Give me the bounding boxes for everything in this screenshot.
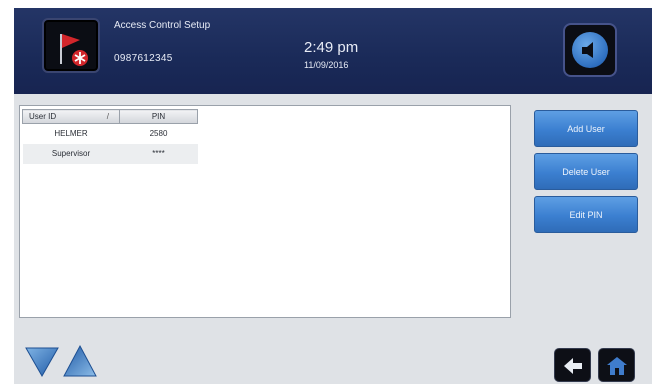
back-button[interactable]	[554, 348, 591, 382]
home-button[interactable]	[598, 348, 635, 382]
arrow-up-icon[interactable]	[62, 344, 98, 378]
home-icon	[607, 357, 627, 375]
column-header-pin[interactable]: PIN	[119, 109, 198, 124]
pin-cell: 2580	[119, 123, 198, 144]
screen-title: Access Control Setup	[114, 20, 211, 31]
alarm-flag-icon	[52, 26, 92, 68]
clock-date: 11/09/2016	[304, 60, 349, 70]
table-row[interactable]: Supervisor ****	[22, 143, 198, 164]
pin-cell: ****	[119, 143, 198, 164]
service-phone: 0987612345	[114, 53, 173, 64]
user-id-cell: HELMER	[22, 123, 120, 144]
screen: Access Control Setup 0987612345 2:49 pm …	[14, 8, 652, 384]
button-label: Edit PIN	[569, 209, 603, 220]
header-bar: Access Control Setup 0987612345 2:49 pm …	[14, 8, 652, 94]
add-user-button[interactable]: Add User	[534, 110, 638, 147]
clock-time: 2:49 pm	[304, 39, 359, 56]
button-label: Delete User	[562, 166, 610, 177]
table-row[interactable]: HELMER 2580	[22, 123, 198, 144]
back-icon	[564, 358, 582, 374]
mute-button[interactable]	[563, 23, 617, 77]
arrow-down-icon[interactable]	[24, 344, 60, 378]
user-list-panel: User ID / PIN HELMER 2580 Supervisor ***…	[19, 105, 511, 318]
column-header-user-id[interactable]: User ID /	[22, 109, 120, 124]
user-id-cell: Supervisor	[22, 143, 120, 164]
button-label: Add User	[567, 123, 605, 134]
delete-user-button[interactable]: Delete User	[534, 153, 638, 190]
alarm-button[interactable]	[42, 18, 100, 73]
column-label: User ID	[29, 112, 57, 121]
speaker-icon	[582, 42, 593, 58]
user-table: User ID / PIN HELMER 2580 Supervisor ***…	[22, 109, 198, 164]
sort-indicator: /	[106, 112, 109, 121]
edit-pin-button[interactable]: Edit PIN	[534, 196, 638, 233]
